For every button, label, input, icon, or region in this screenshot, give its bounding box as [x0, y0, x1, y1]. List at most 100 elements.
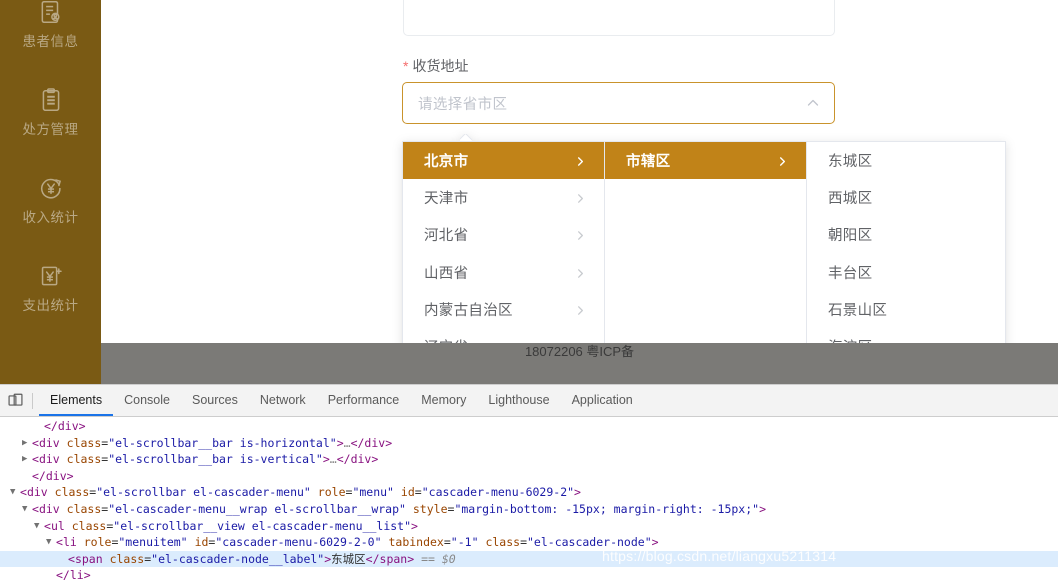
dom-tree-line[interactable]: </li>	[0, 567, 1058, 584]
dom-tree-line[interactable]: </div>	[0, 418, 1058, 435]
cascader-node[interactable]: 内蒙古自治区	[403, 291, 604, 328]
dom-tree-line[interactable]: ▼ <ul class="el-scrollbar__view el-cascad…	[0, 518, 1058, 535]
app-page: 患者信息 处方管理 收入统计 支出统计 * 收货地址 请选择省市区 北京市 天津…	[0, 0, 1058, 384]
sidebar-item-income-stats[interactable]: 收入统计	[0, 156, 101, 244]
dom-line-content: </li>	[56, 568, 91, 583]
cascader-node-label: 河北省	[424, 228, 469, 245]
cascader-menu-list: 北京市 天津市 河北省 山西省 内蒙古自治区	[403, 142, 604, 353]
form-item-label: * 收货地址	[403, 57, 468, 75]
cascader-menu-list: 东城区 西城区 朝阳区 丰台区 石景山区 海淀区	[807, 142, 1005, 353]
tab-performance[interactable]: Performance	[317, 385, 411, 416]
dom-tree[interactable]: </div> ▶ <div class="el-scrollbar__bar is-…	[0, 416, 1058, 584]
cascader-dropdown: 北京市 天津市 河北省 山西省 内蒙古自治区 市辖区 东城区 西城区 朝阳区 丰…	[402, 141, 1006, 354]
twisty-expanded-icon[interactable]: ▼	[22, 501, 31, 518]
page-footer: 18072206 粤ICP备	[101, 343, 1058, 384]
sidebar-footer-block	[0, 343, 101, 384]
tab-elements[interactable]: Elements	[39, 385, 114, 416]
detail-address-textarea[interactable]	[403, 0, 835, 36]
cascader-node-label: 天津市	[424, 191, 469, 208]
cascader-node[interactable]: 天津市	[403, 179, 604, 216]
cascader-input[interactable]: 请选择省市区	[402, 82, 835, 124]
cascader-node-label: 山西省	[424, 265, 469, 282]
cascader-placeholder: 请选择省市区	[418, 96, 508, 113]
chevron-right-icon	[575, 192, 586, 204]
dom-tree-line[interactable]: ▶ <div class="el-scrollbar__bar is-vertic…	[0, 451, 1058, 468]
tab-network[interactable]: Network	[249, 385, 317, 416]
chevron-right-icon	[777, 155, 788, 166]
screen: 患者信息 处方管理 收入统计 支出统计 * 收货地址 请选择省市区 北京市 天津…	[0, 0, 1058, 584]
dom-line-content: </div>	[44, 419, 86, 433]
dom-tree-line[interactable]: ▼ <div class="el-scrollbar el-cascader-me…	[0, 484, 1058, 501]
dom-line-content: <div class="el-scrollbar__bar is-horizon…	[32, 435, 393, 450]
cascader-node-label: 西城区	[828, 191, 873, 208]
dom-line-content: <div class="el-scrollbar__bar is-vertica…	[32, 452, 379, 467]
required-marker: *	[403, 58, 409, 74]
sidebar-item-label: 收入统计	[22, 210, 79, 226]
clipboard-icon	[38, 87, 64, 113]
tab-sources[interactable]: Sources	[181, 385, 249, 416]
chevron-right-icon	[575, 304, 586, 315]
twisty-expanded-icon[interactable]: ▼	[10, 484, 19, 501]
chevron-right-icon	[575, 155, 586, 166]
dom-line-content: <div class="el-scrollbar el-cascader-men…	[20, 485, 581, 500]
twisty-collapsed-icon[interactable]: ▶	[22, 435, 31, 452]
expense-yen-icon	[38, 263, 64, 289]
chevron-right-icon	[575, 267, 586, 278]
popper-arrow	[460, 134, 472, 141]
tab-console[interactable]: Console	[113, 385, 181, 416]
dom-line-content: <span class="el-cascader-node__label">东城…	[68, 551, 456, 566]
dom-tree-line[interactable]: ▼ <div class="el-cascader-menu__wrap el-s…	[0, 501, 1058, 518]
tab-memory[interactable]: Memory	[410, 385, 477, 416]
chevron-right-icon	[575, 229, 586, 241]
twisty-expanded-icon[interactable]: ▼	[46, 534, 55, 551]
devtools-tabs: Elements Console Sources Network Perform…	[39, 385, 644, 416]
cascader-menu-city: 市辖区	[604, 141, 806, 354]
dom-line-content: <div class="el-cascader-menu__wrap el-sc…	[32, 501, 767, 516]
cascader-node[interactable]: 东城区	[807, 142, 1005, 179]
twisty-expanded-icon[interactable]: ▼	[34, 518, 43, 535]
dom-line-content: <li role="menuitem" id="cascader-menu-60…	[56, 535, 659, 550]
cascader-node[interactable]: 朝阳区	[807, 216, 1005, 253]
income-yen-icon	[38, 175, 64, 201]
cascader-node[interactable]: 河北省	[403, 216, 604, 253]
cascader-node[interactable]: 北京市	[403, 142, 604, 180]
twisty-collapsed-icon[interactable]: ▶	[22, 451, 31, 468]
cascader-node-label: 北京市	[424, 154, 469, 171]
devtools-panel: Elements Console Sources Network Perform…	[0, 384, 1058, 584]
cascader-menu-list: 市辖区	[605, 142, 806, 180]
device-toolbar-icon[interactable]	[0, 385, 30, 416]
tab-lighthouse[interactable]: Lighthouse	[477, 385, 560, 416]
cascader-menu-province: 北京市 天津市 河北省 山西省 内蒙古自治区	[402, 141, 604, 354]
cascader-node-label: 石景山区	[828, 302, 888, 319]
sidebar-item-prescription[interactable]: 处方管理	[0, 68, 101, 156]
sidebar-item-label: 处方管理	[22, 122, 79, 138]
cascader-node-label: 丰台区	[828, 265, 873, 282]
cascader-node-label: 朝阳区	[828, 228, 873, 245]
chevron-up-icon[interactable]	[806, 96, 820, 110]
cascader-node[interactable]: 西城区	[807, 179, 1005, 216]
dom-tree-line[interactable]: </div>	[0, 468, 1058, 485]
tab-application[interactable]: Application	[561, 385, 644, 416]
cascader-node-label: 市辖区	[626, 154, 671, 171]
sidebar-item-expense-stats[interactable]: 支出统计	[0, 244, 101, 332]
cascader-node[interactable]: 丰台区	[807, 254, 1005, 291]
sidebar-item-patient-info[interactable]: 患者信息	[0, 0, 101, 68]
dom-tree-line[interactable]: ▼ <li role="menuitem" id="cascader-menu-6…	[0, 534, 1058, 551]
patient-record-icon	[38, 0, 64, 25]
cascader-node[interactable]: 石景山区	[807, 291, 1005, 328]
sidebar: 患者信息 处方管理 收入统计 支出统计	[0, 0, 101, 384]
dom-line-content: <ul class="el-scrollbar__view el-cascade…	[44, 518, 418, 533]
dom-tree-line[interactable]: ▶ <div class="el-scrollbar__bar is-horizo…	[0, 435, 1058, 452]
icp-text: 18072206 粤ICP备	[524, 344, 635, 359]
cascader-menu-district: 东城区 西城区 朝阳区 丰台区 石景山区 海淀区	[806, 141, 1006, 354]
cascader-node-label: 东城区	[828, 154, 873, 171]
cascader-node[interactable]: 山西省	[403, 254, 604, 291]
dom-line-content: </div>	[32, 468, 74, 483]
sidebar-item-label: 患者信息	[22, 34, 79, 50]
cascader-node[interactable]: 市辖区	[605, 142, 806, 180]
toolbar-divider	[32, 392, 33, 409]
dom-tree-line[interactable]: <span class="el-cascader-node__label">东城…	[0, 550, 1058, 568]
cascader-node-label: 内蒙古自治区	[424, 302, 513, 319]
sidebar-item-label: 支出统计	[22, 298, 79, 314]
label-text: 收货地址	[412, 58, 469, 74]
